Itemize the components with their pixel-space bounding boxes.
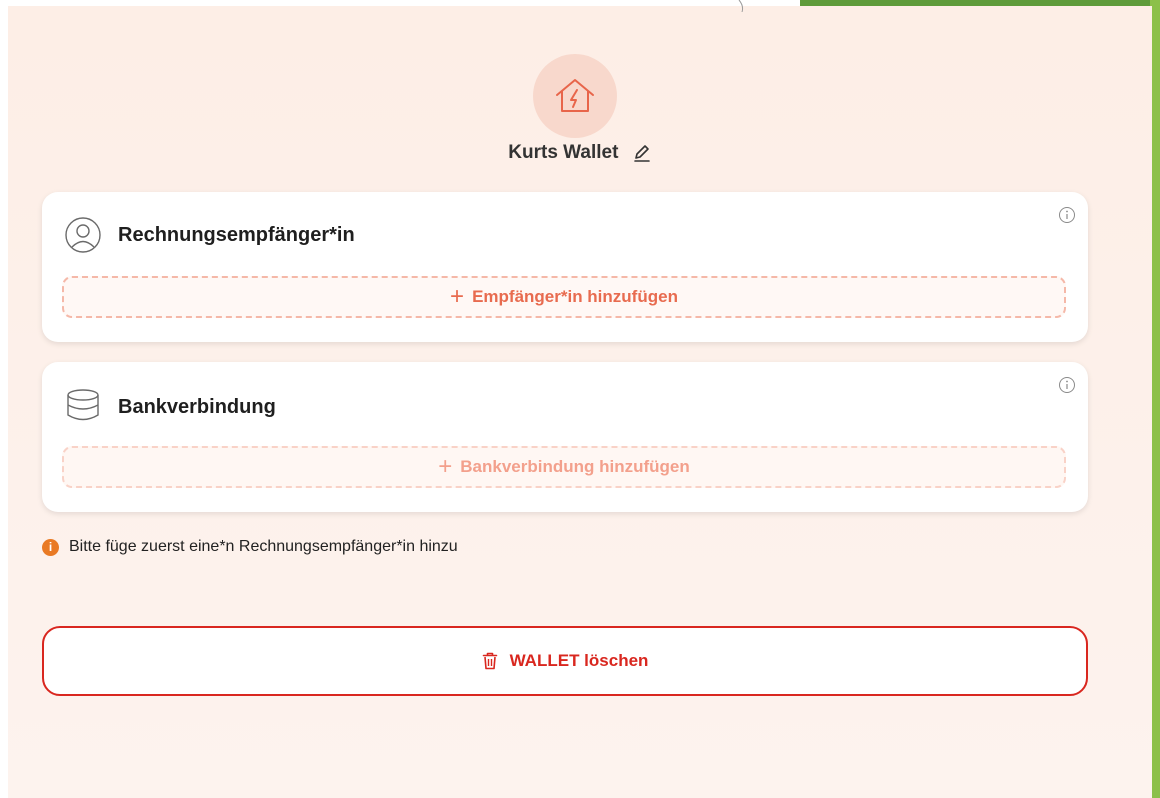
recipient-card: Rechnungsempfänger*in + Empfänger*in hin… bbox=[42, 192, 1088, 342]
wallet-title: Kurts Wallet bbox=[0, 142, 1160, 164]
info-dot-icon: i bbox=[42, 538, 59, 556]
wallet-name: Kurts Wallet bbox=[508, 142, 619, 163]
delete-wallet-label: WALLET löschen bbox=[509, 651, 649, 670]
user-circle-icon bbox=[65, 217, 101, 253]
add-recipient-label: Empfänger*in hinzufügen bbox=[472, 287, 678, 306]
trash-icon bbox=[482, 652, 497, 670]
divider-mark bbox=[738, 0, 744, 12]
plus-icon: + bbox=[438, 453, 453, 480]
notice-text: Bitte füge zuerst eine*n Rechnungsempfän… bbox=[69, 538, 458, 555]
wallet-avatar bbox=[533, 54, 617, 138]
delete-wallet-button[interactable]: WALLET löschen bbox=[42, 626, 1088, 696]
bank-card: Bankverbindung + Bankverbindung hinzufüg… bbox=[42, 362, 1088, 512]
house-lightning-icon bbox=[556, 79, 594, 112]
plus-icon: + bbox=[450, 283, 465, 310]
pencil-icon[interactable] bbox=[632, 143, 652, 163]
add-bank-label: Bankverbindung hinzufügen bbox=[460, 457, 690, 476]
add-bank-button[interactable]: + Bankverbindung hinzufügen bbox=[62, 446, 1066, 488]
info-icon[interactable] bbox=[1058, 376, 1076, 394]
bank-card-title: Bankverbindung bbox=[118, 396, 276, 418]
add-recipient-button[interactable]: + Empfänger*in hinzufügen bbox=[62, 276, 1066, 318]
info-icon[interactable] bbox=[1058, 206, 1076, 224]
notice-message: i Bitte füge zuerst eine*n Rechnungsempf… bbox=[42, 538, 458, 556]
database-icon bbox=[67, 389, 99, 421]
recipient-card-title: Rechnungsempfänger*in bbox=[118, 224, 355, 246]
